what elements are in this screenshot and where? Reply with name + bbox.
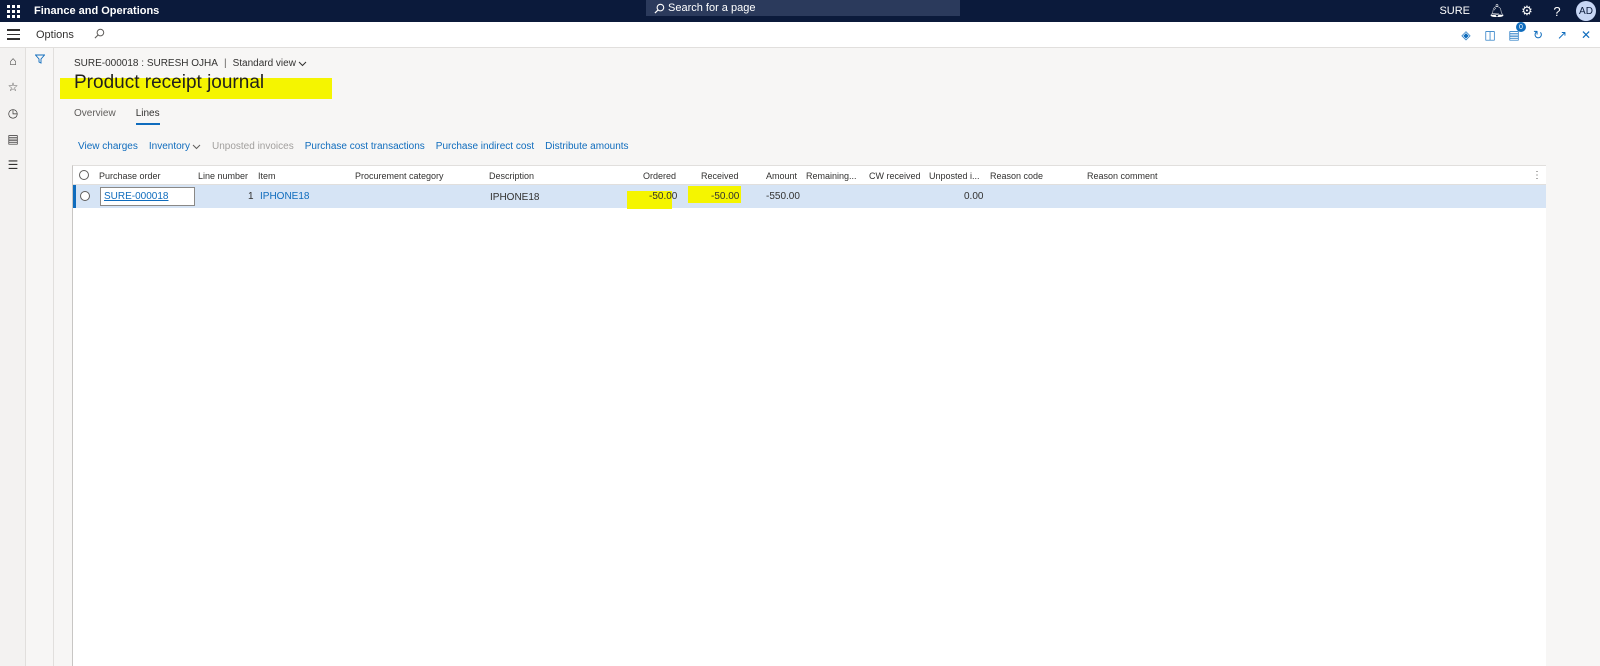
company-picker[interactable]: SURE	[1439, 5, 1470, 17]
filter-pane	[26, 48, 54, 666]
purchase-indirect-cost-button[interactable]: Purchase indirect cost	[436, 141, 534, 152]
action-search-icon[interactable]	[94, 28, 105, 42]
recent-clock-icon[interactable]: ◷	[0, 100, 26, 126]
inventory-label: Inventory	[148, 141, 190, 152]
chevron-down-icon	[192, 144, 201, 149]
cell-line-number: 1	[248, 191, 254, 202]
grid-header: Purchase order Line number Item Procurem…	[73, 166, 1546, 185]
app-launcher-button[interactable]	[0, 0, 26, 22]
distribute-amounts-button[interactable]: Distribute amounts	[545, 141, 628, 152]
view-selector[interactable]: Standard view	[233, 58, 307, 69]
cell-item[interactable]: IPHONE18	[260, 191, 309, 202]
row-select-radio[interactable]	[80, 191, 90, 201]
col-unposted[interactable]: Unposted i...	[929, 171, 980, 181]
page-title: Product receipt journal	[74, 72, 265, 93]
waffle-icon	[6, 4, 20, 18]
col-received[interactable]: Received	[701, 171, 739, 181]
command-bar: Options ◈ ◫ ▤ 0 ↻ ↗ ✕	[0, 22, 1600, 48]
favorites-star-icon[interactable]: ☆	[0, 74, 26, 100]
col-procurement-category[interactable]: Procurement category	[355, 171, 444, 181]
table-row[interactable]: SURE-000018 1 IPHONE18 IPHONE18 -50.00 -…	[73, 185, 1546, 209]
power-apps-icon[interactable]: ◈	[1458, 27, 1474, 43]
close-icon[interactable]: ✕	[1578, 27, 1594, 43]
avatar[interactable]: AD	[1576, 1, 1596, 21]
tab-lines[interactable]: Lines	[135, 108, 160, 125]
workspaces-icon[interactable]: ▤	[0, 126, 26, 152]
modules-list-icon[interactable]: ☰	[0, 152, 26, 178]
chevron-down-icon	[298, 61, 307, 66]
hamburger-menu-icon[interactable]	[0, 22, 26, 48]
view-label: Standard view	[232, 58, 296, 69]
col-reason-code[interactable]: Reason code	[990, 171, 1043, 181]
main-content: SURE-000018 : SURESH OJHA | Standard vie…	[54, 48, 1600, 666]
purchase-cost-transactions-button[interactable]: Purchase cost transactions	[305, 141, 425, 152]
cell-ordered: -50.00	[649, 191, 678, 202]
page-tabs: Overview Lines	[74, 108, 160, 125]
cell-unposted: 0.00	[964, 191, 984, 202]
app-title: Finance and Operations	[34, 5, 160, 17]
purchase-order-link[interactable]: SURE-000018	[100, 187, 195, 206]
refresh-icon[interactable]: ↻	[1530, 27, 1546, 43]
col-cw-received[interactable]: CW received	[869, 171, 921, 181]
attachments-count-badge: 0	[1516, 22, 1526, 32]
lines-grid: Purchase order Line number Item Procurem…	[72, 165, 1546, 666]
inventory-menu-button[interactable]: Inventory	[149, 141, 201, 152]
select-all-radio[interactable]	[79, 170, 89, 180]
tab-overview[interactable]: Overview	[74, 108, 116, 125]
bell-icon[interactable]: 🔔︎	[1482, 0, 1512, 22]
col-remaining[interactable]: Remaining...	[806, 171, 857, 181]
open-new-window-icon[interactable]: ↗	[1554, 27, 1570, 43]
top-bar: Finance and Operations Search for a page…	[0, 0, 1600, 22]
office-icon[interactable]: ◫	[1482, 27, 1498, 43]
filter-icon[interactable]	[34, 54, 45, 64]
attachments-icon[interactable]: ▤ 0	[1506, 22, 1526, 43]
lines-action-pane: View charges Inventory Unposted invoices…	[78, 141, 629, 152]
options-button[interactable]: Options	[36, 29, 74, 41]
page-search-box[interactable]: Search for a page	[646, 0, 960, 16]
breadcrumb-separator: |	[223, 58, 227, 69]
col-amount[interactable]: Amount	[766, 171, 797, 181]
col-line-number[interactable]: Line number	[198, 171, 248, 181]
gear-icon[interactable]: ⚙	[1512, 0, 1542, 22]
col-reason-comment[interactable]: Reason comment	[1087, 171, 1158, 181]
unposted-invoices-button[interactable]: Unposted invoices	[212, 141, 294, 152]
home-icon[interactable]: ⌂	[0, 48, 26, 74]
col-ordered[interactable]: Ordered	[643, 171, 676, 181]
cell-received: -50.00	[711, 191, 740, 202]
breadcrumb: SURE-000018 : SURESH OJHA | Standard vie…	[74, 58, 307, 69]
col-description[interactable]: Description	[489, 171, 534, 181]
col-purchase-order[interactable]: Purchase order	[99, 171, 161, 181]
col-item[interactable]: Item	[258, 171, 276, 181]
help-icon[interactable]: ?	[1542, 0, 1572, 22]
more-options-icon[interactable]: ⋮	[1532, 170, 1542, 181]
search-placeholder: Search for a page	[668, 2, 756, 14]
search-icon	[654, 3, 665, 14]
navigation-pane: ⌂ ☆ ◷ ▤ ☰	[0, 48, 26, 666]
breadcrumb-record: SURE-000018 : SURESH OJHA	[74, 58, 218, 69]
cell-amount: -550.00	[766, 191, 800, 202]
cell-description: IPHONE18	[490, 192, 540, 203]
view-charges-button[interactable]: View charges	[78, 141, 138, 152]
